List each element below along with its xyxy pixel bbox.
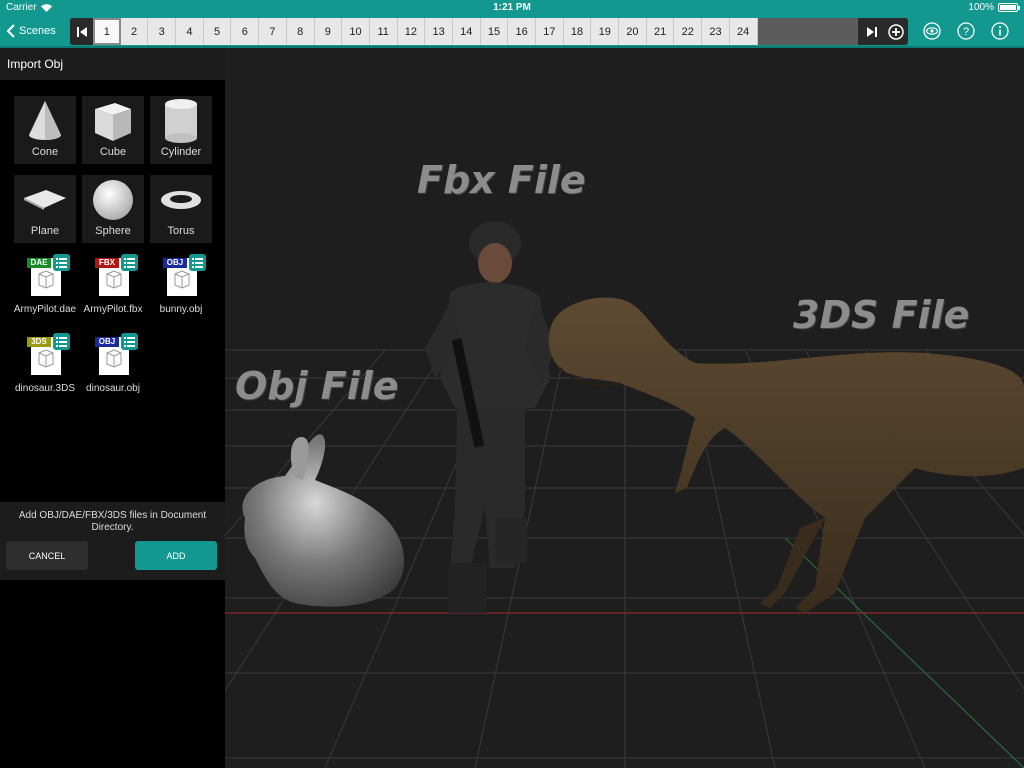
list-menu-icon[interactable]	[53, 254, 70, 271]
scenes-back-button[interactable]: Scenes	[6, 21, 56, 41]
file-type-badge: FBX	[95, 258, 119, 268]
timeline-frame[interactable]: 14	[453, 18, 481, 45]
3ds-file-label: 3DS File	[793, 293, 970, 337]
timeline-frame-bar: 1 2 3 4 5 6 7 8 9 10 11 12 13 14 15 16 17 18 19 20 21 22 23 24	[70, 18, 908, 45]
panel-title: Import Obj	[0, 48, 225, 80]
timeline-frame[interactable]: 11	[370, 18, 398, 45]
torus-icon	[161, 191, 201, 209]
frame-list-empty-area	[758, 18, 858, 45]
sphere-icon	[93, 180, 133, 220]
battery-info: 100%	[968, 2, 1020, 13]
primitive-label: Torus	[167, 225, 195, 237]
timeline-frame[interactable]: 9	[315, 18, 343, 45]
top-toolbar: Scenes 1 2 3 4 5 6 7 8 9 10 11 12 13 14 15 16 17 18 19 20 21…	[0, 16, 1024, 48]
bunny-model[interactable]	[242, 434, 405, 607]
info-icon[interactable]	[991, 22, 1009, 40]
file-name: dinosaur.obj	[86, 383, 140, 394]
plus-circle-icon	[887, 23, 904, 40]
frame-list: 1 2 3 4 5 6 7 8 9 10 11 12 13 14 15 16 17 18 19 20 21 22 23 24	[93, 18, 758, 45]
timeline-frame[interactable]: 23	[702, 18, 730, 45]
file-item[interactable]: 3DS dinosaur.3DS	[14, 333, 76, 401]
first-frame-button[interactable]	[70, 18, 93, 45]
add-button[interactable]: ADD	[135, 541, 217, 570]
scene-canvas	[225, 221, 1024, 768]
import-footer: Add OBJ/DAE/FBX/3DS files in Document Di…	[0, 502, 225, 580]
timeline-frame[interactable]: 2	[121, 18, 149, 45]
timeline-frame[interactable]: 12	[398, 18, 426, 45]
status-bar: Carrier 1:21 PM 100%	[0, 0, 1024, 16]
timeline-frame[interactable]: 18	[564, 18, 592, 45]
primitive-cone[interactable]: Cone	[14, 96, 76, 164]
list-menu-icon[interactable]	[53, 333, 70, 350]
cone-icon	[29, 101, 61, 140]
timeline-frame[interactable]: 16	[508, 18, 536, 45]
primitive-cylinder[interactable]: Cylinder	[150, 96, 212, 164]
timeline-frame[interactable]: 5	[204, 18, 232, 45]
file-type-badge: 3DS	[27, 337, 51, 347]
battery-icon	[998, 3, 1020, 12]
chevron-left-icon	[6, 24, 15, 38]
timeline-frame[interactable]: 17	[536, 18, 564, 45]
svg-text:?: ?	[963, 26, 969, 38]
import-hint: Add OBJ/DAE/FBX/3DS files in Document Di…	[18, 510, 207, 533]
cancel-button[interactable]: CANCEL	[6, 541, 88, 570]
plane-icon	[24, 190, 66, 210]
file-item[interactable]: FBX ArmyPilot.fbx	[82, 254, 144, 322]
eye-icon[interactable]	[923, 22, 941, 40]
soldier-model[interactable]	[425, 221, 555, 613]
timeline-frame[interactable]: 20	[619, 18, 647, 45]
primitive-label: Cube	[99, 146, 127, 158]
file-name: bunny.obj	[159, 304, 203, 315]
battery-percent: 100%	[968, 2, 994, 13]
list-menu-icon[interactable]	[189, 254, 206, 271]
primitive-torus[interactable]: Torus	[150, 175, 212, 243]
timeline-frame[interactable]: 6	[231, 18, 260, 45]
clock: 1:21 PM	[493, 2, 531, 13]
primitive-label: Cone	[31, 146, 59, 158]
skip-end-icon	[866, 26, 877, 37]
primitive-label: Sphere	[95, 225, 131, 237]
timeline-frame[interactable]: 24	[730, 18, 758, 45]
timeline-frame[interactable]: 21	[647, 18, 675, 45]
file-type-badge: OBJ	[163, 258, 187, 268]
help-icon[interactable]: ?	[957, 22, 975, 40]
timeline-frame[interactable]: 15	[481, 18, 509, 45]
timeline-frame[interactable]: 13	[425, 18, 453, 45]
file-type-badge: OBJ	[95, 337, 119, 347]
back-label: Scenes	[19, 25, 56, 37]
timeline-frame[interactable]: 8	[287, 18, 315, 45]
timeline-frame[interactable]: 10	[342, 18, 370, 45]
timeline-frame[interactable]: 1	[93, 18, 121, 45]
file-item[interactable]: OBJ bunny.obj	[150, 254, 212, 322]
skip-start-icon	[76, 26, 87, 37]
primitive-cube[interactable]: Cube	[82, 96, 144, 164]
primitive-plane[interactable]: Plane	[14, 175, 76, 243]
timeline-frame[interactable]: 22	[674, 18, 703, 45]
file-item[interactable]: DAE ArmyPilot.dae	[14, 254, 76, 322]
timeline-frame[interactable]: 4	[176, 18, 204, 45]
obj-file-label: Obj File	[235, 364, 399, 408]
scene-viewport[interactable]: Fbx File 3DS File Obj File	[225, 48, 1024, 768]
cylinder-icon	[165, 99, 197, 143]
timeline-frame[interactable]: 19	[591, 18, 620, 45]
import-panel: Import Obj Cone Cube Cylinder Plane Sphe…	[0, 48, 225, 768]
last-frame-button[interactable]	[860, 18, 883, 45]
add-frame-button[interactable]	[883, 18, 908, 45]
timeline-frame[interactable]: 7	[259, 18, 287, 45]
file-item[interactable]: OBJ dinosaur.obj	[82, 333, 144, 401]
list-menu-icon[interactable]	[121, 333, 138, 350]
primitive-label: Plane	[30, 225, 60, 237]
primitive-sphere[interactable]: Sphere	[82, 175, 144, 243]
timeline-frame[interactable]: 3	[148, 18, 177, 45]
fbx-file-label: Fbx File	[417, 158, 586, 202]
file-type-badge: DAE	[27, 258, 51, 268]
list-menu-icon[interactable]	[121, 254, 138, 271]
cube-icon	[95, 103, 131, 141]
primitive-label: Cylinder	[160, 146, 202, 158]
dinosaur-model[interactable]	[548, 297, 1024, 613]
